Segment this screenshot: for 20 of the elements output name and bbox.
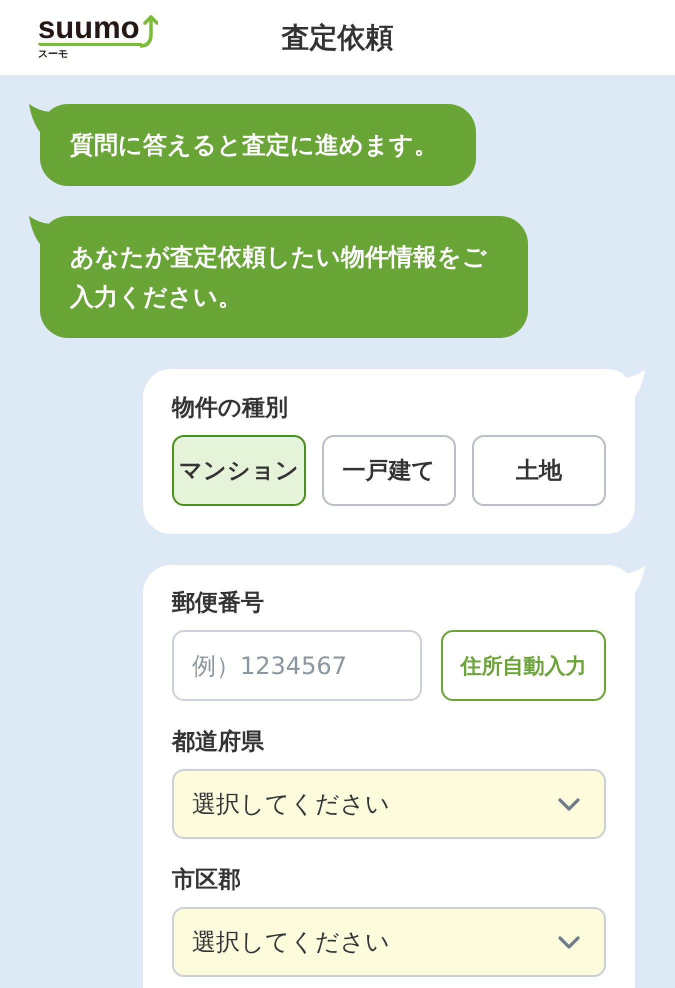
option-button[interactable]: マンション xyxy=(172,435,306,506)
chevron-down-icon xyxy=(558,798,580,810)
dropdown-field[interactable]: 選択してください xyxy=(172,769,606,839)
chat-bubble: 質問に答えると査定に進めます。 xyxy=(40,104,476,186)
chat-bubble: あなたが査定依頼したい物件情報をご入力ください。 xyxy=(40,216,528,338)
logo-wordmark: suumo xyxy=(38,16,142,46)
page-title: 査定依頼 xyxy=(282,20,394,56)
field-label: 物件の種別 xyxy=(172,394,289,423)
speech-tail-icon xyxy=(28,102,50,132)
field-label: 都道府県 xyxy=(172,728,265,757)
logo-kana: スーモ xyxy=(38,49,68,61)
option-button[interactable]: 土地 xyxy=(472,435,606,506)
field-label: 市区郡 xyxy=(172,866,242,895)
speech-tail-icon xyxy=(28,214,50,244)
dropdown-field[interactable]: 選択してください xyxy=(172,907,606,977)
chevron-down-icon xyxy=(558,936,580,948)
arrow-icon xyxy=(140,14,158,48)
postal-code-field[interactable]: 例）1234567 xyxy=(172,630,422,701)
option-button[interactable]: 一戸建て xyxy=(322,435,456,506)
field-label: 郵便番号 xyxy=(172,589,265,618)
